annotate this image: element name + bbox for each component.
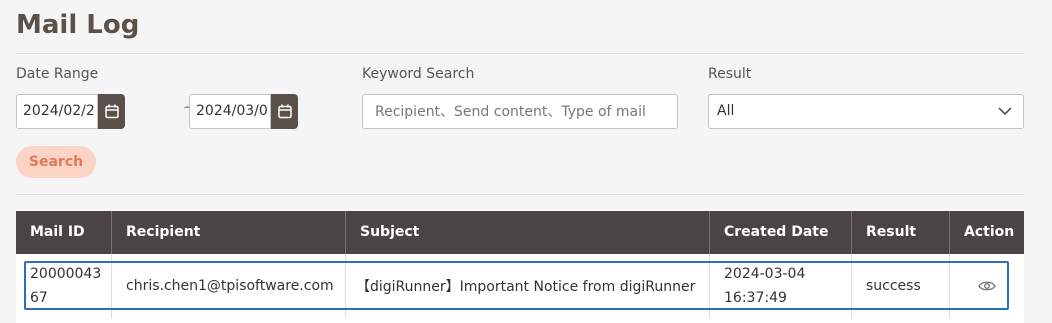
chevron-down-icon: [998, 107, 1012, 116]
end-date-input[interactable]: 2024/03/0: [189, 94, 271, 129]
page-title: Mail Log: [16, 10, 140, 40]
result-select[interactable]: All: [708, 94, 1024, 129]
start-date-input[interactable]: 2024/02/2: [16, 94, 98, 129]
column-header-created-date: Created Date: [710, 211, 852, 254]
column-header-subject: Subject: [346, 211, 710, 254]
created-date-cell: 2024-03-04 16:37:49: [710, 254, 852, 318]
calendar-icon: [104, 104, 119, 119]
date-range-label: Date Range: [16, 66, 99, 82]
divider: [16, 53, 1024, 54]
search-button[interactable]: Search: [16, 146, 96, 178]
mail-id-cell: 20000043 67: [16, 254, 112, 318]
column-header-mail-id: Mail ID: [16, 211, 112, 254]
column-header-result: Result: [852, 211, 950, 254]
mail-id-line2: 67: [30, 290, 48, 306]
end-date-calendar-button[interactable]: [271, 94, 298, 129]
created-date-line1: 2024-03-04: [724, 266, 806, 282]
result-cell: success: [852, 254, 950, 318]
keyword-search-label: Keyword Search: [362, 66, 475, 82]
divider: [16, 194, 1024, 195]
table-header: Mail ID Recipient Subject Created Date R…: [16, 211, 1024, 254]
calendar-icon: [277, 104, 292, 119]
keyword-search-input[interactable]: [362, 94, 678, 129]
recipient-cell: chris.chen1@tpisoftware.com: [112, 254, 346, 318]
start-date-calendar-button[interactable]: [98, 94, 125, 129]
column-header-action: Action: [964, 224, 1015, 240]
table-row: 20000043 67 chris.chen1@tpisoftware.com …: [16, 254, 1024, 319]
action-cell: [950, 254, 1024, 318]
next-row-partial: [16, 318, 1024, 323]
created-date-line2: 16:37:49: [724, 290, 787, 306]
subject-cell: 【digiRunner】Important Notice from digiRu…: [346, 254, 710, 318]
mail-id-line1: 20000043: [30, 266, 102, 282]
result-label: Result: [708, 66, 752, 82]
eye-icon[interactable]: [978, 280, 996, 292]
result-selected-value: All: [717, 103, 735, 119]
column-header-recipient: Recipient: [112, 211, 346, 254]
